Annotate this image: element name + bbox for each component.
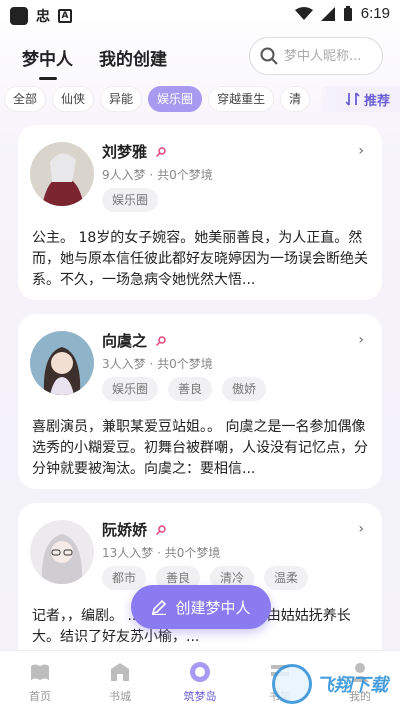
nav-bookstore[interactable]: 书城	[80, 651, 160, 711]
clock: 6:19	[360, 5, 390, 22]
character-stats: 3人入梦 · 共0个梦境	[102, 357, 213, 371]
chip-entertainment[interactable]: 娱乐圈	[148, 86, 203, 112]
tag-list: 娱乐圈	[102, 188, 159, 212]
tag: 温柔	[264, 566, 309, 590]
character-name: 向虞之	[102, 330, 167, 351]
notification-square-icon	[10, 7, 28, 25]
create-character-label: 创建梦中人	[175, 598, 251, 617]
chevron-right-icon: ›	[358, 521, 364, 537]
character-description: 喜剧演员，兼职某爱豆站姐。。 向虞之是一名参加偶像选秀的小糊爱豆。初舞台被群嘲，…	[32, 419, 368, 477]
tag: 都市	[102, 566, 147, 590]
watermark-text: 飞翔下载	[316, 675, 388, 696]
header-tabs: 梦中人 我的创建	[22, 45, 167, 76]
search-box[interactable]	[249, 37, 383, 75]
avatar	[30, 331, 94, 395]
chip-time-travel[interactable]: 穿越重生	[208, 86, 275, 112]
chip-superpower[interactable]: 异能	[100, 86, 143, 112]
status-bar: 忠 A 6:19	[0, 0, 400, 30]
chip-all[interactable]: 全部	[4, 86, 47, 112]
female-icon	[155, 335, 166, 346]
character-name: 阮娇娇	[102, 519, 167, 540]
nav-dream-island-label: 筑梦岛	[183, 690, 217, 703]
character-stats: 13人入梦 · 共0个梦境	[102, 546, 221, 560]
nav-bookstore-label: 书城	[109, 690, 131, 703]
chevron-right-icon: ›	[358, 143, 364, 159]
sort-icon	[345, 92, 360, 106]
search-icon	[260, 47, 278, 65]
category-chips: 全部 仙侠 异能 娱乐圈 穿越重生 清	[4, 86, 334, 112]
bookstore-icon	[111, 663, 129, 681]
character-card[interactable]: 刘梦雅 › 9人入梦 · 共0个梦境 娱乐圈 公主。 18岁的女子婉容。她美丽善…	[18, 125, 382, 300]
avatar	[30, 520, 94, 584]
a-notification-icon: A	[58, 9, 72, 23]
chip-qing[interactable]: 清	[280, 86, 311, 112]
tag: 娱乐圈	[102, 377, 159, 401]
battery-icon	[343, 5, 352, 21]
character-description: 公主。 18岁的女子婉容。她美丽善良，为人正直。然而，她与原本信任彼此都好友晓婷…	[32, 230, 368, 288]
wifi-icon	[294, 6, 313, 20]
watermark: 飞翔下载	[272, 660, 397, 708]
tab-dream-people[interactable]: 梦中人	[22, 45, 73, 76]
sort-button[interactable]: 推荐	[322, 86, 400, 112]
tag-list: 娱乐圈 善良 傲娇	[102, 377, 267, 401]
tag: 善良	[168, 377, 213, 401]
tab-my-creations[interactable]: 我的创建	[99, 45, 167, 76]
search-input[interactable]	[284, 48, 379, 64]
signal-icon	[320, 6, 335, 21]
dream-island-icon	[190, 662, 210, 682]
nav-home-label: 首页	[29, 690, 51, 703]
home-icon	[31, 664, 49, 680]
tag: 傲娇	[222, 377, 267, 401]
nav-dream-island[interactable]: 筑梦岛	[160, 651, 240, 711]
chevron-right-icon: ›	[358, 332, 364, 348]
female-icon	[155, 524, 166, 535]
female-icon	[155, 146, 166, 157]
character-stats: 9人入梦 · 共0个梦境	[102, 168, 213, 182]
watermark-logo-icon	[272, 664, 312, 704]
chip-xianxia[interactable]: 仙侠	[52, 86, 95, 112]
app-notification-icon: 忠	[36, 9, 50, 25]
sort-label: 推荐	[363, 93, 390, 109]
tag: 娱乐圈	[102, 188, 159, 212]
nav-home[interactable]: 首页	[0, 651, 80, 711]
character-name: 刘梦雅	[102, 141, 167, 162]
character-card[interactable]: 向虞之 › 3人入梦 · 共0个梦境 娱乐圈 善良 傲娇 喜剧演员，兼职某爱豆站…	[18, 314, 382, 489]
avatar	[30, 142, 94, 206]
pencil-icon	[152, 599, 167, 615]
create-character-button[interactable]: 创建梦中人	[131, 585, 271, 629]
